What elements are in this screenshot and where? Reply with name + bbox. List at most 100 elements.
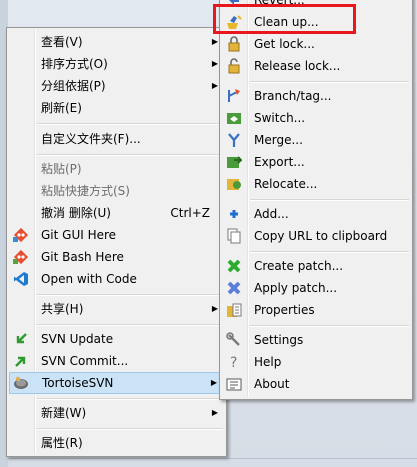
menu-separator <box>37 154 223 156</box>
submenu-item-settings[interactable]: Settings <box>222 329 410 351</box>
menu-item-customize-folder[interactable]: 自定义文件夹(F)... <box>9 128 224 150</box>
menu-item-label: Switch... <box>254 111 306 125</box>
submenu-item-merge[interactable]: Merge... <box>222 129 410 151</box>
menu-item-label: Release lock... <box>254 59 341 73</box>
menu-item-label: Settings <box>254 333 304 347</box>
menu-separator <box>250 325 409 327</box>
submenu-arrow-icon: ▶ <box>211 59 218 68</box>
submenu-item-branch-tag[interactable]: Branch/tag... <box>222 85 410 107</box>
menu-item-label: About <box>254 377 290 391</box>
help-icon: ? <box>230 355 237 370</box>
apply-patch-icon <box>227 281 241 295</box>
submenu-item-add[interactable]: Add... <box>222 203 410 225</box>
submenu-item-about[interactable]: About <box>222 373 410 395</box>
submenu-arrow-icon: ▶ <box>211 408 218 417</box>
menu-item-label: Export... <box>254 155 305 169</box>
submenu-arrow-icon: ▶ <box>211 304 218 313</box>
submenu-item-properties[interactable]: Properties <box>222 299 410 321</box>
svg-text:?: ? <box>230 355 237 370</box>
wrench-icon <box>226 332 240 346</box>
menu-item-svn-update[interactable]: SVN Update <box>9 328 224 350</box>
tortoisesvn-submenu: Revert... Clean up... Get lock... Releas… <box>219 0 413 400</box>
menu-item-refresh[interactable]: 刷新(E) <box>9 97 224 119</box>
menu-separator <box>250 81 409 83</box>
export-icon <box>227 156 242 168</box>
menu-item-open-with-code[interactable]: Open with Code <box>9 268 224 290</box>
menu-separator <box>37 324 223 326</box>
menu-item-label: Copy URL to clipboard <box>254 229 388 243</box>
menu-item-label: 查看(V) <box>41 35 83 49</box>
vscode-icon <box>14 272 28 286</box>
menu-item-label: 排序方式(O) <box>41 57 108 71</box>
menu-item-label: 分组依据(P) <box>41 79 106 93</box>
submenu-item-apply-patch[interactable]: Apply patch... <box>222 277 410 299</box>
menu-item-label: Get lock... <box>254 37 315 51</box>
submenu-item-help[interactable]: ? Help <box>222 351 410 373</box>
menu-item-label: TortoiseSVN <box>42 376 114 390</box>
menu-item-label: Relocate... <box>254 177 318 191</box>
context-menu: 查看(V) ▶ 排序方式(O) ▶ 分组依据(P) ▶ 刷新(E) 自定义文件夹… <box>6 27 227 457</box>
menu-separator <box>37 398 223 400</box>
tortoisesvn-icon <box>14 376 28 389</box>
menu-item-sort-by[interactable]: 排序方式(O) ▶ <box>9 53 224 75</box>
merge-icon <box>228 133 240 147</box>
menu-item-properties[interactable]: 属性(R) <box>9 432 224 454</box>
menu-item-view[interactable]: 查看(V) ▶ <box>9 31 224 53</box>
submenu-item-relocate[interactable]: Relocate... <box>222 173 410 195</box>
menu-item-label: Git GUI Here <box>41 228 117 242</box>
add-icon <box>230 210 238 218</box>
menu-item-label: Branch/tag... <box>254 89 332 103</box>
menu-item-paste[interactable]: 粘贴(P) <box>9 158 224 180</box>
menu-item-label: 刷新(E) <box>41 101 82 115</box>
submenu-item-copy-url[interactable]: Copy URL to clipboard <box>222 225 410 247</box>
create-patch-icon <box>227 259 241 273</box>
menu-item-undo-delete[interactable]: 撤消 删除(U) Ctrl+Z <box>9 202 224 224</box>
submenu-arrow-icon: ▶ <box>211 81 218 90</box>
menu-item-label: Merge... <box>254 133 303 147</box>
switch-icon <box>227 113 241 124</box>
submenu-item-switch[interactable]: Switch... <box>222 107 410 129</box>
menu-item-label: 共享(H) <box>41 302 84 316</box>
menu-item-label: 属性(R) <box>41 436 83 450</box>
copy-icon <box>227 228 241 244</box>
window-divider <box>8 458 417 459</box>
submenu-item-create-patch[interactable]: Create patch... <box>222 255 410 277</box>
menu-item-label: 粘贴(P) <box>41 162 82 176</box>
menu-item-label: Help <box>254 355 282 369</box>
menu-item-group-by[interactable]: 分组依据(P) ▶ <box>9 75 224 97</box>
git-gui-icon <box>13 227 29 243</box>
menu-item-new[interactable]: 新建(W) ▶ <box>9 402 224 424</box>
menu-item-label: SVN Commit... <box>41 354 129 368</box>
submenu-item-get-lock[interactable]: Get lock... <box>222 33 410 55</box>
menu-item-label: 撤消 删除(U) <box>41 206 111 220</box>
git-bash-icon <box>13 249 29 265</box>
svn-commit-icon <box>15 356 26 367</box>
menu-item-label: 自定义文件夹(F)... <box>41 132 141 146</box>
menu-separator <box>250 251 409 253</box>
svn-update-icon <box>16 333 27 344</box>
menu-item-label: Open with Code <box>41 272 137 286</box>
menu-item-label: Add... <box>254 207 289 221</box>
menu-item-label: Properties <box>254 303 315 317</box>
menu-item-share[interactable]: 共享(H) ▶ <box>9 298 224 320</box>
properties-icon <box>227 303 242 317</box>
menu-item-git-gui[interactable]: Git GUI Here <box>9 224 224 246</box>
menu-separator <box>37 428 223 430</box>
submenu-item-export[interactable]: Export... <box>222 151 410 173</box>
menu-item-label: Apply patch... <box>254 281 338 295</box>
menu-item-tortoisesvn[interactable]: TortoiseSVN ▶ <box>9 372 224 394</box>
menu-item-label: Git Bash Here <box>41 250 124 264</box>
submenu-arrow-icon: ▶ <box>210 378 217 387</box>
menu-item-paste-shortcut[interactable]: 粘贴快捷方式(S) <box>9 180 224 202</box>
submenu-item-release-lock[interactable]: Release lock... <box>222 55 410 77</box>
menu-item-label: SVN Update <box>41 332 114 346</box>
menu-item-svn-commit[interactable]: SVN Commit... <box>9 350 224 372</box>
relocate-icon <box>227 179 241 190</box>
branch-icon <box>228 89 240 102</box>
menu-separator <box>37 123 223 125</box>
menu-item-git-bash[interactable]: Git Bash Here <box>9 246 224 268</box>
menu-item-label: 新建(W) <box>41 406 87 420</box>
menu-separator <box>37 294 223 296</box>
menu-item-label: Create patch... <box>254 259 344 273</box>
menu-item-label: 粘贴快捷方式(S) <box>41 184 130 198</box>
